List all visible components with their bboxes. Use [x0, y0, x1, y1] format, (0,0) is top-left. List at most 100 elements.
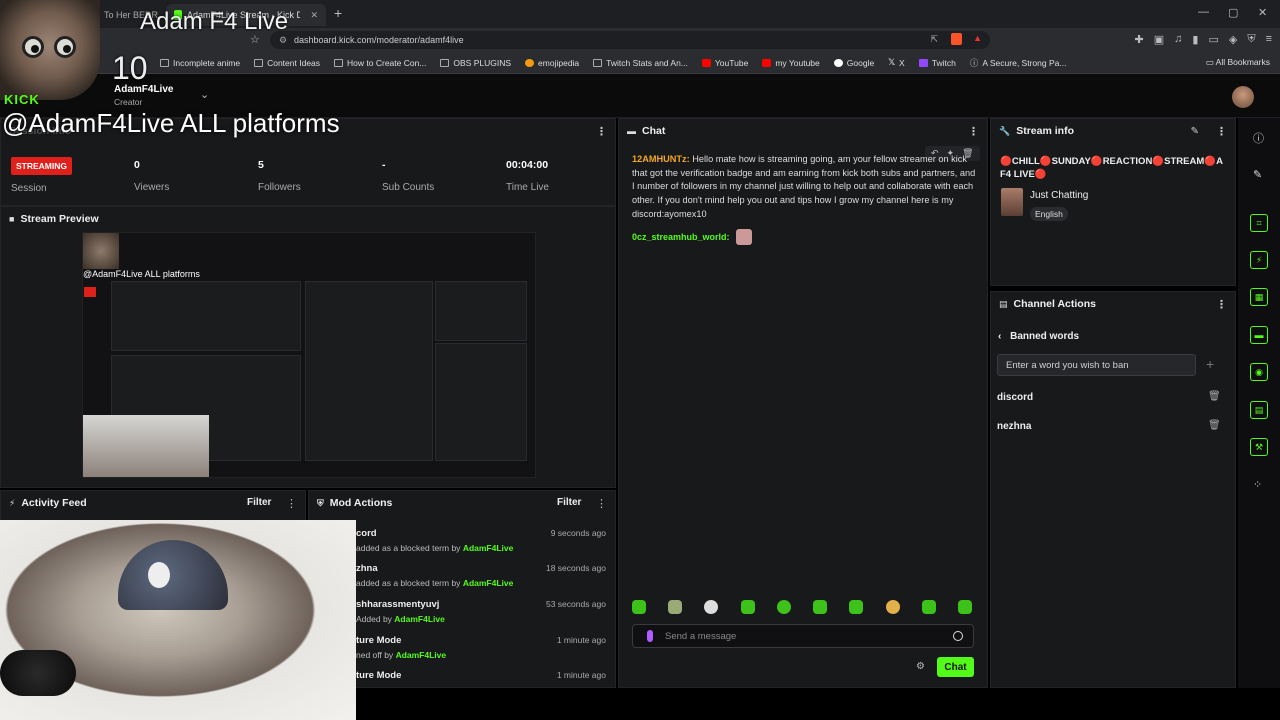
minimize-icon[interactable]: —: [1198, 6, 1209, 18]
close-tab-icon[interactable]: ✕: [310, 10, 318, 21]
wallet-icon[interactable]: ▭: [1208, 33, 1218, 46]
menu-icon[interactable]: ≡: [1266, 33, 1272, 46]
mod-actions-filter-button[interactable]: Filter: [557, 497, 581, 508]
banned-words-back[interactable]: ‹ Banned words: [998, 331, 1079, 342]
bookmark-label: Content Ideas: [267, 57, 321, 68]
mod-action-user[interactable]: AdamF4Live: [396, 650, 447, 660]
emote-icon[interactable]: [632, 600, 646, 614]
trash-icon[interactable]: 🗑: [1208, 391, 1221, 402]
bookmark-item[interactable]: my Youtube: [762, 57, 820, 68]
share-icon[interactable]: ⇱: [930, 34, 938, 45]
screenshot-icon[interactable]: ▣: [1154, 33, 1164, 46]
bookmark-item[interactable]: OBS PLUGINS: [440, 58, 511, 68]
more-icon[interactable]: ⋮: [596, 497, 607, 510]
send-chat-button[interactable]: Chat: [937, 657, 974, 677]
brave-rewards-icon[interactable]: ▲: [973, 33, 982, 43]
stream-category: Just Chatting: [1030, 190, 1089, 201]
emote-icon[interactable]: [668, 600, 683, 614]
mod-action-row: cord added as a blocked term by AdamF4Li…: [356, 528, 612, 553]
emoji-icon[interactable]: [953, 631, 963, 641]
mod-action-user[interactable]: AdamF4Live: [394, 614, 445, 624]
maximize-icon[interactable]: ▢: [1228, 6, 1238, 19]
edit-icon[interactable]: ✎: [1191, 126, 1199, 137]
channel-name[interactable]: AdamF4Live: [114, 84, 173, 95]
stream-preview-video[interactable]: @AdamF4Live ALL platforms: [82, 232, 536, 478]
more-icon[interactable]: ⋮: [968, 125, 979, 138]
bookmark-label: YouTube: [714, 57, 749, 68]
sidebar-icon[interactable]: ▮: [1192, 33, 1198, 46]
wrench-icon[interactable]: ⚒: [1250, 438, 1268, 456]
chat-title: Chat: [642, 125, 666, 137]
emote-icon[interactable]: [885, 600, 900, 614]
bookmark-label: emojipedia: [538, 57, 580, 68]
user-avatar[interactable]: [1232, 86, 1254, 108]
media-icon[interactable]: ♫: [1174, 33, 1182, 46]
microphone-icon[interactable]: [647, 630, 653, 642]
stat-label: Sub Counts: [382, 182, 435, 193]
stat-label: Followers: [258, 182, 301, 193]
banned-word-input[interactable]: [997, 354, 1196, 376]
vpn-icon[interactable]: ◈: [1229, 33, 1237, 46]
shield-icon[interactable]: ⛨: [1247, 33, 1255, 46]
emote-icon[interactable]: [776, 600, 791, 614]
chat-input[interactable]: [665, 628, 945, 645]
bolt-icon[interactable]: ⚡: [1250, 251, 1268, 269]
crop-icon[interactable]: ⌗: [1250, 214, 1268, 232]
bookmark-label: How to Create Con...: [347, 57, 427, 68]
bookmark-item[interactable]: How to Create Con...: [334, 58, 426, 68]
extensions-icon[interactable]: ✚: [1135, 33, 1144, 46]
url-field[interactable]: ⚙ dashboard.kick.com/moderator/adamf4liv…: [270, 31, 990, 49]
overlay-eye: [22, 36, 44, 58]
emote-icon[interactable]: [740, 600, 755, 614]
bookmark-item[interactable]: Twitch Stats and An...: [593, 58, 688, 68]
server-icon[interactable]: ▤: [1250, 401, 1268, 419]
emote-icon[interactable]: [813, 600, 828, 614]
bookmark-item[interactable]: Content Ideas: [254, 58, 320, 68]
pen-icon[interactable]: ✎: [1253, 168, 1262, 181]
close-window-icon[interactable]: ✕: [1258, 6, 1267, 19]
emote-icon[interactable]: [957, 600, 972, 614]
channel-actions-panel: ▤ Channel Actions ⋮: [990, 291, 1236, 688]
preview-box: [435, 281, 527, 341]
youtube-icon: [701, 58, 711, 67]
chat-settings-icon[interactable]: ⚙: [916, 661, 925, 672]
bookmark-item[interactable]: ⓘ A Secure, Strong Pa...: [970, 57, 1067, 69]
chat-icon[interactable]: ▬: [1250, 326, 1268, 344]
chat-username[interactable]: 12AMHUNTz:: [632, 154, 690, 164]
chat-username[interactable]: 0cz_streamhub_world:: [632, 232, 730, 242]
apps-icon[interactable]: ⁘: [1253, 478, 1262, 491]
new-tab-icon[interactable]: +: [334, 5, 342, 21]
brave-shield-icon[interactable]: [951, 33, 962, 45]
bookmark-item[interactable]: Incomplete anime: [160, 58, 240, 68]
preview-box: [305, 281, 433, 461]
bookmark-item[interactable]: Google: [833, 58, 874, 68]
bookmark-item[interactable]: YouTube: [701, 57, 749, 68]
more-icon[interactable]: ⋮: [1216, 125, 1227, 138]
info-icon[interactable]: ⓘ: [1253, 130, 1264, 146]
bookmark-item[interactable]: Twitch: [918, 58, 956, 68]
more-icon[interactable]: ⋮: [1216, 298, 1227, 311]
mod-action-time: 53 seconds ago: [545, 599, 606, 609]
stat-label: Viewers: [134, 182, 170, 193]
activity-filter-button[interactable]: Filter: [247, 497, 271, 508]
bookmark-item[interactable]: 𝕏X: [888, 57, 905, 68]
mod-action-user[interactable]: AdamF4Live: [463, 543, 514, 553]
more-icon[interactable]: ⋮: [286, 497, 297, 510]
add-banned-word-icon[interactable]: +: [1206, 356, 1214, 372]
site-info-icon[interactable]: ⚙: [279, 35, 287, 46]
more-icon[interactable]: ⋮: [596, 125, 607, 138]
chevron-down-icon[interactable]: ⌄: [200, 88, 209, 101]
emote-icon[interactable]: [704, 600, 719, 614]
stat-value: 5: [258, 159, 264, 171]
document-icon[interactable]: ▦: [1250, 288, 1268, 306]
mod-action-user[interactable]: AdamF4Live: [463, 578, 514, 588]
bookmark-item[interactable]: emojipedia: [525, 58, 579, 68]
broadcast-icon[interactable]: ◉: [1250, 363, 1268, 381]
quick-emotes: [632, 600, 972, 614]
all-bookmarks[interactable]: ▭ All Bookmarks: [1206, 57, 1270, 68]
session-label: Session: [11, 183, 47, 194]
bookmark-label: my Youtube: [775, 57, 820, 68]
trash-icon[interactable]: 🗑: [1208, 420, 1221, 431]
emote-icon[interactable]: [921, 600, 936, 614]
emote-icon[interactable]: [849, 600, 864, 614]
